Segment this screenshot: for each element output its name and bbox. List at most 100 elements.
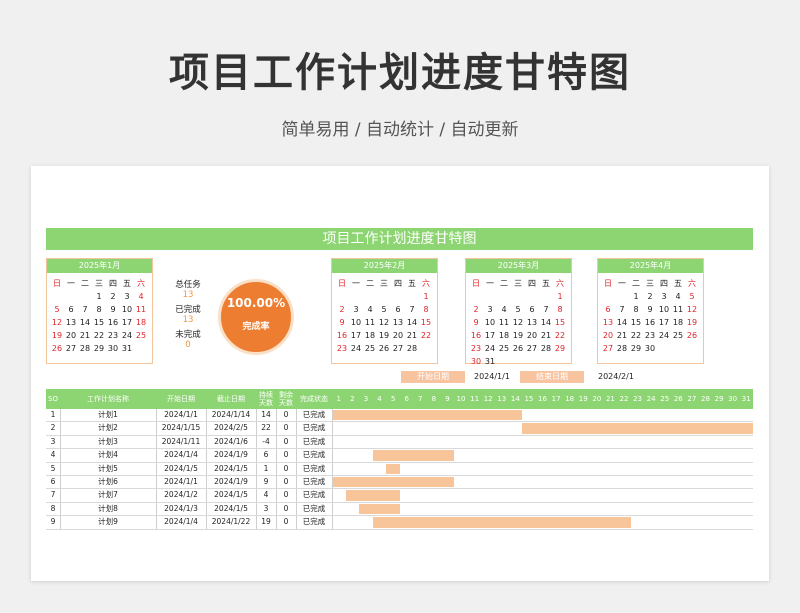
cell-name[interactable]: 计划8 xyxy=(60,503,156,515)
cell-no[interactable]: 1 xyxy=(46,409,60,421)
cell-no[interactable]: 7 xyxy=(46,489,60,501)
table-row[interactable]: 3 计划3 2024/1/11 2024/1/6 -4 0 已完成 xyxy=(46,435,753,450)
cell-remaining[interactable]: 0 xyxy=(276,489,296,501)
calendar-title: 2025年1月 xyxy=(47,259,152,273)
cell-start[interactable]: 2024/1/3 xyxy=(156,503,206,515)
cell-no[interactable]: 8 xyxy=(46,503,60,515)
table-row[interactable]: 5 计划5 2024/1/5 2024/1/5 1 0 已完成 xyxy=(46,462,753,476)
cell-end[interactable]: 2024/1/5 xyxy=(206,489,256,501)
cell-start[interactable]: 2024/1/11 xyxy=(156,436,206,448)
calendar-day: 10 xyxy=(484,318,496,327)
cell-status[interactable]: 已完成 xyxy=(296,489,332,501)
cell-duration[interactable]: 3 xyxy=(256,503,276,515)
cell-remaining[interactable]: 0 xyxy=(276,409,296,421)
cell-remaining[interactable]: 0 xyxy=(276,449,296,461)
cell-no[interactable]: 5 xyxy=(46,463,60,475)
table-row[interactable]: 9 计划9 2024/1/4 2024/1/22 19 0 已完成 xyxy=(46,516,753,530)
cell-remaining[interactable]: 0 xyxy=(276,436,296,448)
cell-status[interactable]: 已完成 xyxy=(296,436,332,448)
cell-duration[interactable]: 1 xyxy=(256,463,276,475)
table-row[interactable]: 4 计划4 2024/1/4 2024/1/9 6 0 已完成 xyxy=(46,449,753,463)
cell-duration[interactable]: 6 xyxy=(256,449,276,461)
cell-remaining[interactable]: 0 xyxy=(276,503,296,515)
cell-end[interactable]: 2024/1/14 xyxy=(206,409,256,421)
cell-remaining[interactable]: 0 xyxy=(276,516,296,528)
cell-name[interactable]: 计划6 xyxy=(60,476,156,488)
cell-start[interactable]: 2024/1/1 xyxy=(156,476,206,488)
cell-name[interactable]: 计划7 xyxy=(60,489,156,501)
column-divider xyxy=(332,462,333,475)
calendar-day: 27 xyxy=(392,344,404,353)
table-row[interactable]: 6 计划6 2024/1/1 2024/1/9 9 0 已完成 xyxy=(46,475,753,490)
cell-start[interactable]: 2024/1/15 xyxy=(156,422,206,434)
cell-start[interactable]: 2024/1/1 xyxy=(156,409,206,421)
calendar-day: 23 xyxy=(107,331,119,340)
cell-no[interactable]: 9 xyxy=(46,516,60,528)
table-row[interactable]: 2 计划2 2024/1/15 2024/2/5 22 0 已完成 xyxy=(46,422,753,436)
day-header: 23 xyxy=(633,395,643,403)
cell-no[interactable]: 4 xyxy=(46,449,60,461)
cell-start[interactable]: 2024/1/5 xyxy=(156,463,206,475)
cell-duration[interactable]: 4 xyxy=(256,489,276,501)
cell-remaining[interactable]: 0 xyxy=(276,463,296,475)
cell-no[interactable]: 2 xyxy=(46,422,60,434)
cell-status[interactable]: 已完成 xyxy=(296,463,332,475)
cell-remaining[interactable]: 0 xyxy=(276,422,296,434)
cell-duration[interactable]: 22 xyxy=(256,422,276,434)
calendar-day: 10 xyxy=(121,305,133,314)
cell-no[interactable]: 6 xyxy=(46,476,60,488)
calendar-day: 25 xyxy=(498,344,510,353)
cell-end[interactable]: 2024/1/5 xyxy=(206,503,256,515)
cell-name[interactable]: 计划4 xyxy=(60,449,156,461)
cell-duration[interactable]: 19 xyxy=(256,516,276,528)
completion-rate-badge: 100.00% 完成率 xyxy=(218,279,294,355)
day-header: 21 xyxy=(605,395,615,403)
weekday-label: 日 xyxy=(53,279,61,288)
calendar-day: 17 xyxy=(484,331,496,340)
cell-status[interactable]: 已完成 xyxy=(296,409,332,421)
weekday-label: 日 xyxy=(604,279,612,288)
cell-start[interactable]: 2024/1/4 xyxy=(156,449,206,461)
calendar-title: 2025年2月 xyxy=(332,259,437,273)
cell-end[interactable]: 2024/1/6 xyxy=(206,436,256,448)
cell-name[interactable]: 计划2 xyxy=(60,422,156,434)
weekday-label: 六 xyxy=(422,279,430,288)
cell-name[interactable]: 计划5 xyxy=(60,463,156,475)
calendar-day: 1 xyxy=(557,292,563,301)
cell-duration[interactable]: 14 xyxy=(256,409,276,421)
end-date-value[interactable]: 2024/2/1 xyxy=(598,371,634,383)
cell-name[interactable]: 计划1 xyxy=(60,409,156,421)
col-header-remaining: 剩余天数 xyxy=(279,391,293,407)
table-row[interactable]: 8 计划8 2024/1/3 2024/1/5 3 0 已完成 xyxy=(46,502,753,517)
cell-status[interactable]: 已完成 xyxy=(296,422,332,434)
calendar-day: 27 xyxy=(526,344,538,353)
cell-start[interactable]: 2024/1/4 xyxy=(156,516,206,528)
cell-name[interactable]: 计划3 xyxy=(60,436,156,448)
calendar-day: 25 xyxy=(672,331,684,340)
cell-remaining[interactable]: 0 xyxy=(276,476,296,488)
table-row[interactable]: 7 计划7 2024/1/2 2024/1/5 4 0 已完成 xyxy=(46,489,753,503)
cell-status[interactable]: 已完成 xyxy=(296,476,332,488)
cell-end[interactable]: 2024/1/5 xyxy=(206,463,256,475)
cell-status[interactable]: 已完成 xyxy=(296,516,332,528)
cell-end[interactable]: 2024/2/5 xyxy=(206,422,256,434)
cell-end[interactable]: 2024/1/9 xyxy=(206,476,256,488)
day-header: 2 xyxy=(350,395,355,403)
cell-duration[interactable]: 9 xyxy=(256,476,276,488)
cell-duration[interactable]: -4 xyxy=(256,436,276,448)
weekday-label: 五 xyxy=(408,279,416,288)
cell-name[interactable]: 计划9 xyxy=(60,516,156,528)
calendar-title: 2025年4月 xyxy=(598,259,703,273)
calendar-day: 13 xyxy=(602,318,614,327)
cell-end[interactable]: 2024/1/22 xyxy=(206,516,256,528)
cell-end[interactable]: 2024/1/9 xyxy=(206,449,256,461)
cell-status[interactable]: 已完成 xyxy=(296,503,332,515)
cell-status[interactable]: 已完成 xyxy=(296,449,332,461)
cell-no[interactable]: 3 xyxy=(46,436,60,448)
start-date-value[interactable]: 2024/1/1 xyxy=(474,371,510,383)
completion-percent: 100.00% xyxy=(226,296,286,310)
cell-start[interactable]: 2024/1/2 xyxy=(156,489,206,501)
calendar-day: 28 xyxy=(406,344,418,353)
gantt-bar xyxy=(332,410,523,421)
table-row[interactable]: 1 计划1 2024/1/1 2024/1/14 14 0 已完成 xyxy=(46,409,753,423)
